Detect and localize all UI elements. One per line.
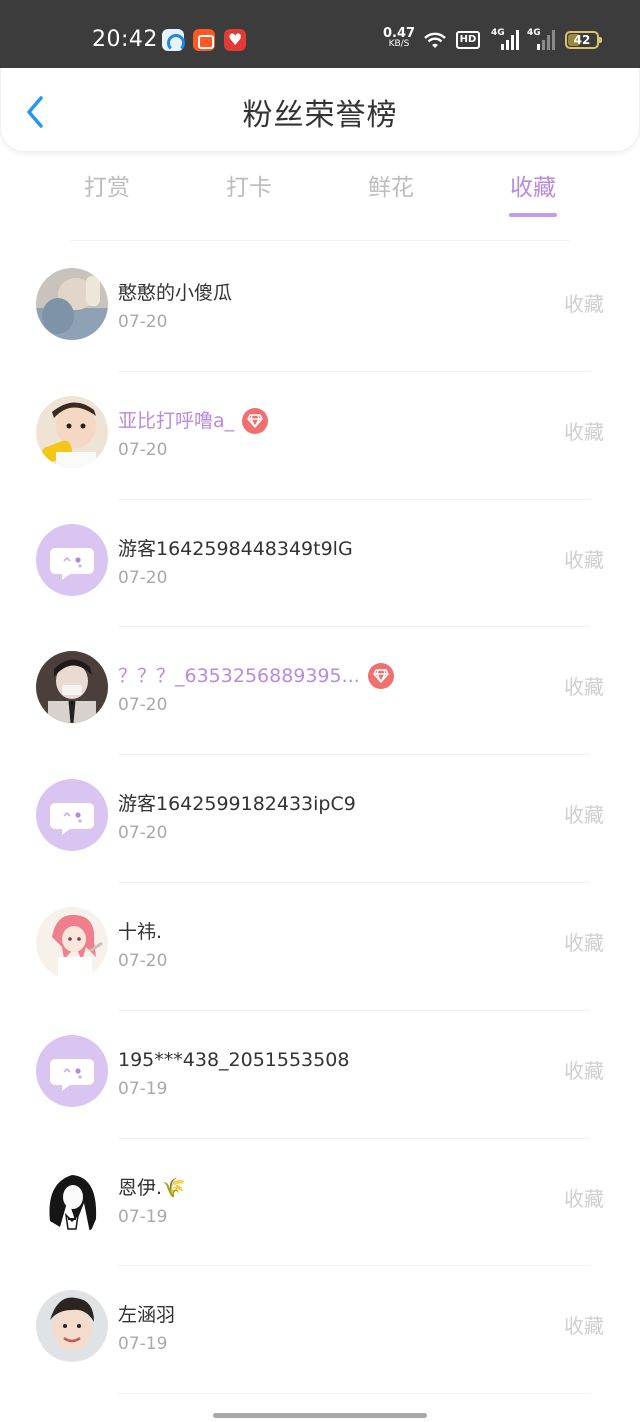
tab-favorites[interactable]: 收藏	[483, 168, 583, 208]
list-item[interactable]: ？？？_6353256889395... 07-20 收藏	[0, 627, 640, 755]
name-line: 十祎.	[118, 917, 162, 947]
tab-bar: 打赏 打卡 鲜花 收藏	[0, 160, 640, 230]
avatar[interactable]	[36, 1290, 108, 1363]
status-bar: 20:42 0.47 KB/S HD 4G 4G 42	[0, 0, 640, 68]
list-item[interactable]: 195***438_2051553508 07-19 收藏	[0, 1011, 640, 1139]
list-item[interactable]: 十祎. 07-20 收藏	[0, 883, 640, 1011]
action-label: 收藏	[564, 1058, 604, 1083]
date: 07-20	[118, 312, 168, 332]
user-name: 195***438_2051553508	[118, 1048, 350, 1071]
action-label: 收藏	[564, 803, 604, 828]
action-label: 收藏	[564, 675, 604, 700]
name-line: 憨憨的小傻瓜	[118, 278, 232, 308]
name-line: ？？？_6353256889395...	[118, 661, 394, 691]
user-name: ？？？_6353256889395...	[118, 665, 360, 688]
vip-diamond-icon	[242, 407, 269, 434]
avatar[interactable]	[36, 651, 108, 724]
date: 07-20	[118, 823, 168, 844]
avatar[interactable]	[36, 906, 108, 979]
avatar[interactable]	[36, 1162, 108, 1235]
network-type-2: 4G	[527, 28, 541, 38]
network-type: 4G	[491, 28, 505, 38]
home-indicator[interactable]	[213, 1413, 427, 1418]
action-label: 收藏	[564, 419, 604, 444]
user-name: 亚比打呼噜a_	[118, 409, 235, 432]
list-item[interactable]: 亚比打呼噜a_ 07-20 收藏	[0, 372, 640, 500]
list-item[interactable]: 游客1642599182433ipC9 07-20 收藏	[0, 755, 640, 883]
user-name: 十祎.	[118, 920, 163, 943]
action-label: 收藏	[564, 547, 604, 572]
user-name: 游客1642599182433ipC9	[118, 793, 356, 816]
network-speed-value: 0.47	[383, 26, 416, 41]
status-time: 20:42	[92, 27, 158, 52]
heart-app-icon	[224, 29, 246, 51]
date: 07-19	[118, 1334, 168, 1355]
tab-flowers[interactable]: 鲜花	[341, 168, 441, 208]
date: 07-20	[118, 439, 168, 460]
user-name: 憨憨的小傻瓜	[118, 282, 233, 304]
user-name: 游客1642598448349t9lG	[118, 537, 353, 560]
list-item[interactable]: 左涵羽 07-19 收藏	[0, 1266, 640, 1394]
hd-icon: HD	[456, 31, 480, 49]
date: 07-20	[118, 950, 168, 971]
name-line: 195***438_2051553508	[118, 1045, 349, 1075]
header: 粉丝荣誉榜	[0, 68, 640, 152]
user-name: 恩伊.🌾	[118, 1176, 186, 1199]
fan-list: 憨憨的小傻瓜 07-20 收藏 亚比打呼噜a_ 07-20 收藏 游客16425…	[0, 244, 640, 1394]
battery-level: 42	[573, 33, 591, 47]
default-avatar[interactable]	[36, 523, 108, 596]
name-line: 游客1642598448349t9lG	[118, 534, 353, 564]
action-label: 收藏	[564, 292, 604, 316]
name-line: 亚比打呼噜a_	[118, 406, 269, 436]
signal-icon-2: 4G	[527, 28, 555, 50]
browser-icon	[162, 29, 185, 52]
list-item[interactable]: 憨憨的小傻瓜 07-20 收藏	[0, 244, 640, 372]
name-line: 游客1642599182433ipC9	[118, 789, 356, 819]
tab-reward[interactable]: 打赏	[57, 168, 157, 208]
wifi-icon	[424, 32, 446, 48]
page-title: 粉丝荣誉榜	[242, 98, 398, 133]
default-avatar[interactable]	[36, 1034, 108, 1107]
date: 07-20	[118, 695, 168, 716]
date: 07-19	[118, 1078, 168, 1099]
avatar[interactable]	[36, 395, 108, 468]
active-tab-indicator	[509, 213, 557, 217]
action-label: 收藏	[564, 1314, 604, 1339]
network-speed: 0.47 KB/S	[383, 26, 416, 50]
signal-icon: 4G	[491, 28, 519, 50]
user-name: 左涵羽	[118, 1304, 176, 1327]
date: 07-20	[118, 567, 168, 588]
avatar[interactable]	[36, 268, 108, 340]
date: 07-19	[118, 1206, 168, 1227]
app-icon	[193, 29, 215, 51]
tab-checkin[interactable]: 打卡	[199, 168, 299, 208]
action-label: 收藏	[564, 1186, 604, 1211]
default-avatar[interactable]	[36, 779, 108, 852]
battery-icon: 42	[565, 31, 602, 49]
name-line: 恩伊.🌾	[118, 1173, 186, 1203]
list-item[interactable]: 恩伊.🌾 07-19 收藏	[0, 1139, 640, 1267]
name-line: 左涵羽	[118, 1300, 175, 1330]
divider	[70, 240, 570, 241]
list-item[interactable]: 游客1642598448349t9lG 07-20 收藏	[0, 500, 640, 628]
action-label: 收藏	[564, 930, 604, 955]
vip-diamond-icon	[367, 663, 394, 690]
